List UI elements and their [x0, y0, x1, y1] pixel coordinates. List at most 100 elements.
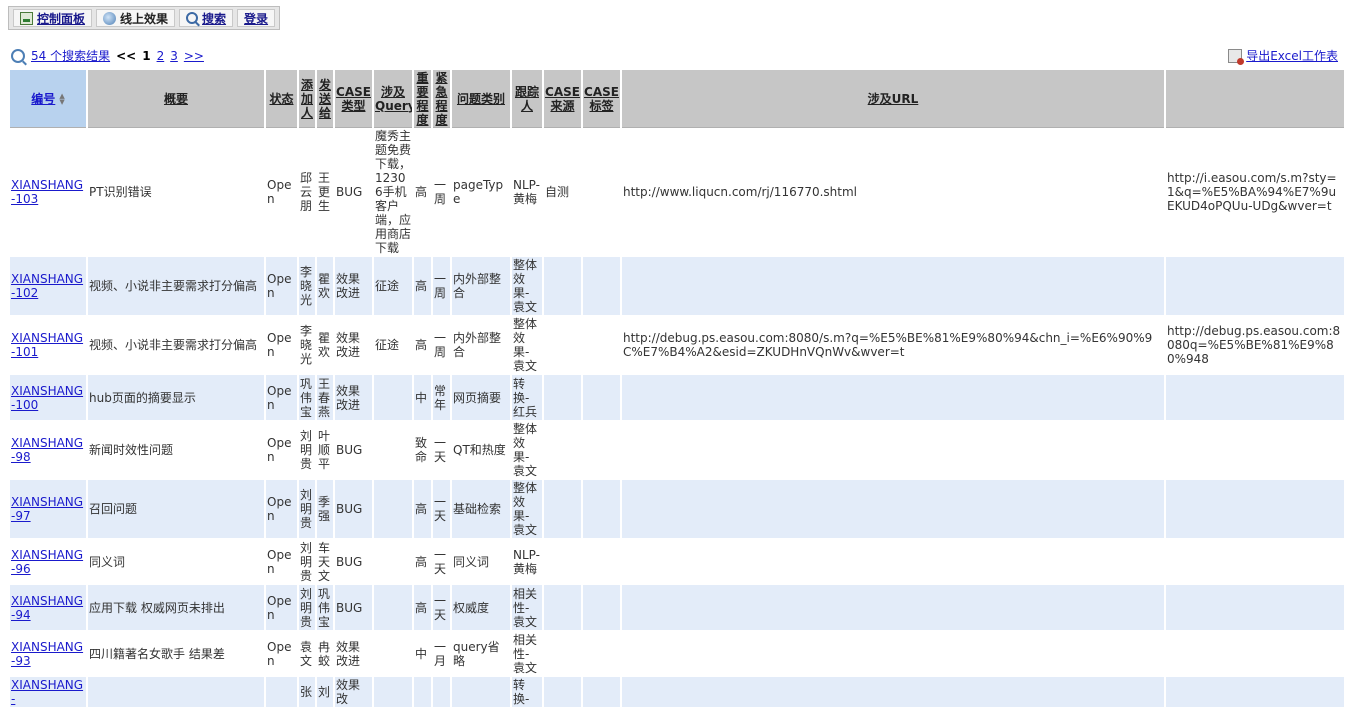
- issue-id-link[interactable]: XIANSHANG-94: [11, 594, 83, 622]
- issue-id-link[interactable]: XIANSHANG-: [11, 678, 83, 706]
- cell-sendto: 瞿欢: [317, 316, 333, 375]
- cell-case-type: 效果改进: [335, 316, 372, 375]
- results-count-link[interactable]: 54 个搜索结果: [31, 47, 110, 64]
- cell-importance: 高: [414, 480, 431, 539]
- col-header-category[interactable]: 问题类别: [452, 70, 510, 128]
- table-row[interactable]: XIANSHANG-94 应用下载 权威网页未排出 Open 刘明贵 巩伟宝 BUG 高一天…: [10, 585, 1344, 631]
- login-button[interactable]: 登录: [237, 9, 276, 27]
- cell-tracker: 整体效果-袁文: [512, 480, 542, 539]
- cell-url-extra: [1166, 585, 1344, 631]
- cell-importance: 中: [414, 631, 431, 677]
- col-header-case-tag[interactable]: CASE标签: [583, 70, 620, 128]
- cell-sendto: 季强: [317, 480, 333, 539]
- col-header-query[interactable]: 涉及Query: [374, 70, 412, 128]
- cell-url-extra: [1166, 375, 1344, 421]
- search-button[interactable]: 搜索: [179, 9, 234, 27]
- cell-case-source: [544, 375, 581, 421]
- cell-tracker: 整体效果-袁文: [512, 257, 542, 316]
- cell-adder: 刘明贵: [299, 539, 315, 585]
- export-excel-link[interactable]: 导出Excel工作表: [1246, 47, 1338, 64]
- dashboard-button[interactable]: 控制面板: [13, 9, 93, 27]
- table-row[interactable]: XIANSHANG-101 视频、小说非主要需求打分偏高 Open 李晓光 瞿欢 效果改进…: [10, 316, 1344, 375]
- issue-id-link[interactable]: XIANSHANG-101: [11, 331, 83, 359]
- col-header-url[interactable]: 涉及URL: [622, 70, 1164, 128]
- cell-category: 基础检索: [452, 480, 510, 539]
- cell-tracker: NLP-黄梅: [512, 128, 542, 257]
- col-header-summary[interactable]: 概要: [88, 70, 264, 128]
- search-label: 搜索: [202, 11, 227, 26]
- col-header-urgency[interactable]: 紧急程度: [433, 70, 450, 128]
- cell-case-tag: [583, 480, 620, 539]
- table-row[interactable]: XIANSHANG-97 召回问题 Open 刘明贵 季强 BUG 高一天 基础检索 整体效果-…: [10, 480, 1344, 539]
- table-row[interactable]: XIANSHANG-93 四川籍著名女歌手 结果差 Open 袁文 冉蛟 效果改进 中一月 q…: [10, 631, 1344, 677]
- issue-id-link[interactable]: XIANSHANG-102: [11, 272, 83, 300]
- pager-prev[interactable]: <<: [116, 49, 136, 63]
- cell-case-type: 效果改进: [335, 257, 372, 316]
- cell-case-source: 自测: [544, 128, 581, 257]
- cell-summary: 视频、小说非主要需求打分偏高: [88, 316, 264, 375]
- cell-url: [622, 677, 1164, 708]
- cell-id: XIANSHANG-98: [10, 421, 86, 480]
- cell-case-source: [544, 631, 581, 677]
- table-row[interactable]: XIANSHANG- 张刘效果改 转换-: [10, 677, 1344, 708]
- cell-query: 魔秀主题免费下载，12306手机客户端，应用商店下载: [374, 128, 412, 257]
- cell-summary: 召回问题: [88, 480, 264, 539]
- col-header-importance[interactable]: 重要程度: [414, 70, 431, 128]
- globe-icon: [103, 11, 117, 25]
- online-effect-button[interactable]: 线上效果: [96, 9, 176, 27]
- cell-summary: PT识别错误: [88, 128, 264, 257]
- cell-category: pageType: [452, 128, 510, 257]
- dashboard-label: 控制面板: [37, 11, 86, 26]
- table-row[interactable]: XIANSHANG-103 PT识别错误 Open 邱云朋 王更生 BUG 魔秀主题免费下载…: [10, 128, 1344, 257]
- cell-tracker: 相关性-袁文: [512, 631, 542, 677]
- col-header-id[interactable]: 编号 ▲ ▼: [10, 70, 86, 128]
- cell-status: Open: [266, 585, 297, 631]
- cell-tracker: NLP-黄梅: [512, 539, 542, 585]
- issue-id-link[interactable]: XIANSHANG-103: [11, 178, 83, 206]
- pager-next[interactable]: >>: [184, 49, 204, 63]
- export-excel: 导出Excel工作表: [1228, 47, 1338, 65]
- col-header-tracker[interactable]: 跟踪人: [512, 70, 542, 128]
- cell-case-tag: [583, 316, 620, 375]
- cell-id: XIANSHANG-101: [10, 316, 86, 375]
- table-row[interactable]: XIANSHANG-98 新闻时效性问题 Open 刘明贵 叶顺平 BUG 致命 一天 QT和热…: [10, 421, 1344, 480]
- search-icon: [186, 12, 199, 24]
- excel-icon: [1228, 48, 1245, 65]
- col-header-case-type[interactable]: CASE类型: [335, 70, 372, 128]
- issue-id-link[interactable]: XIANSHANG-97: [11, 495, 83, 523]
- search-results-icon: [11, 48, 25, 63]
- col-header-adder[interactable]: 添加人: [299, 70, 315, 128]
- issue-id-link[interactable]: XIANSHANG-96: [11, 548, 83, 576]
- pager-page-3[interactable]: 3: [170, 49, 178, 63]
- cell-query: [374, 585, 412, 631]
- pager-page-2[interactable]: 2: [157, 49, 165, 63]
- cell-adder: 李晓光: [299, 257, 315, 316]
- cell-category: 内外部整合: [452, 316, 510, 375]
- cell-importance: 中: [414, 375, 431, 421]
- table-row[interactable]: XIANSHANG-96 同义词 Open 刘明贵 车天文 BUG 高一天 同义词 NLP-黄梅: [10, 539, 1344, 585]
- col-header-sendto[interactable]: 发送给: [317, 70, 333, 128]
- cell-importance: 高: [414, 585, 431, 631]
- cell-summary: 四川籍著名女歌手 结果差: [88, 631, 264, 677]
- table-header-row: 编号 ▲ ▼ 概要 状态 添加人 发送给 CASE类型 涉及Query 重要程度 紧…: [10, 70, 1344, 128]
- cell-url: [622, 585, 1164, 631]
- cell-url: http://debug.ps.easou.com:8080/s.m?q=%E5…: [622, 316, 1164, 375]
- cell-id: XIANSHANG-93: [10, 631, 86, 677]
- cell-urgency: 一天: [433, 421, 450, 480]
- table-row[interactable]: XIANSHANG-100 hub页面的摘要显示 Open 巩伟宝 王春燕 效果改进 中常年…: [10, 375, 1344, 421]
- top-toolbar: 控制面板 线上效果 搜索 登录: [8, 6, 281, 30]
- cell-query: [374, 539, 412, 585]
- col-header-case-source[interactable]: CASE来源: [544, 70, 581, 128]
- col-header-extra[interactable]: [1166, 70, 1344, 128]
- table-row[interactable]: XIANSHANG-102 视频、小说非主要需求打分偏高 Open 李晓光 瞿欢 效果改进…: [10, 257, 1344, 316]
- cell-case-tag: [583, 128, 620, 257]
- cell-importance: 高: [414, 257, 431, 316]
- cell-case-source: [544, 480, 581, 539]
- cell-category: 网页摘要: [452, 375, 510, 421]
- cell-url-extra: [1166, 677, 1344, 708]
- issue-id-link[interactable]: XIANSHANG-98: [11, 436, 83, 464]
- issue-id-link[interactable]: XIANSHANG-93: [11, 640, 83, 668]
- cell-summary: 视频、小说非主要需求打分偏高: [88, 257, 264, 316]
- col-header-status[interactable]: 状态: [266, 70, 297, 128]
- issue-id-link[interactable]: XIANSHANG-100: [11, 384, 83, 412]
